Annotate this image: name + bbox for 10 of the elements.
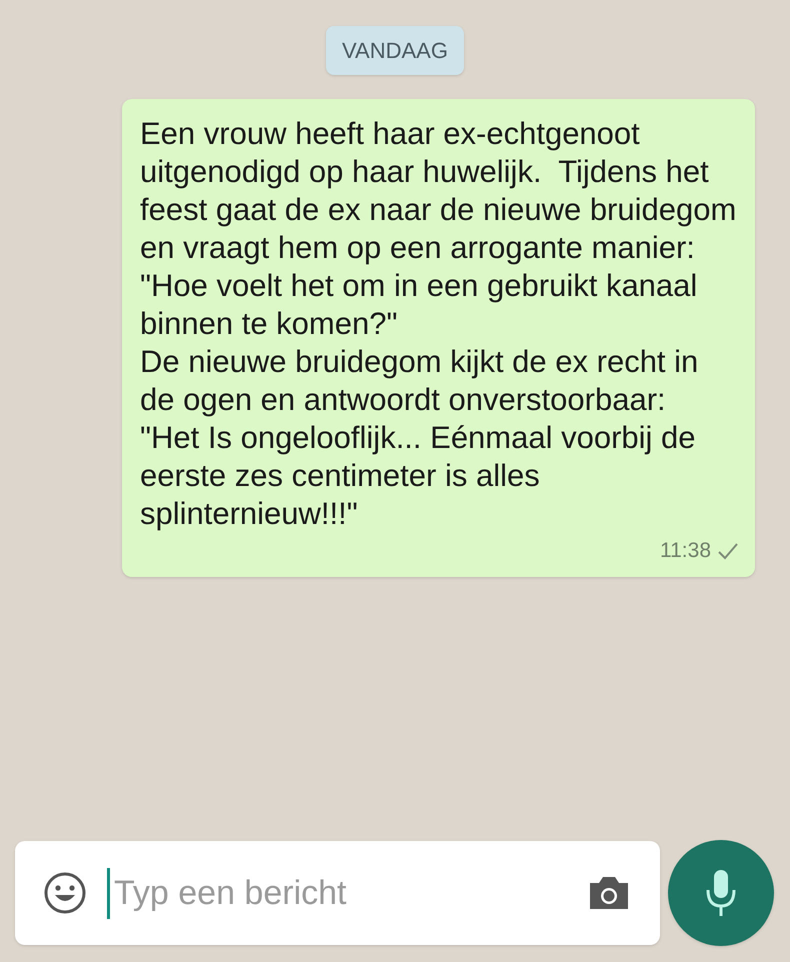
date-chip: VANDAAG bbox=[326, 26, 464, 75]
microphone-icon bbox=[704, 868, 738, 918]
message-input[interactable]: Typ een bericht bbox=[15, 841, 660, 945]
message-time: 11:38 bbox=[660, 538, 711, 564]
message-text: De nieuwe bruidegom kijkt de ex recht in de ogen en antwoordt onverstoorbaar: bbox=[140, 343, 700, 419]
message-field[interactable]: Typ een bericht bbox=[107, 868, 566, 918]
emoji-icon[interactable] bbox=[43, 871, 87, 915]
message-text: "Het Is ongelooflijk... Eénmaal voorbij de eerste zes centimeter is alles splinternieuw!!!" bbox=[140, 419, 697, 533]
message-text: "Hoe voelt het om in een gebruikt kanaal binnen te komen?" bbox=[140, 267, 698, 343]
message-text: Een vrouw heeft haar ex-echtgenoot uitgenodigd op haar huwelijk. Tijdens het feest gaat de ex naar de nieuwe bruidegom en vraagt hem op een arrogante manier: bbox=[140, 115, 738, 267]
